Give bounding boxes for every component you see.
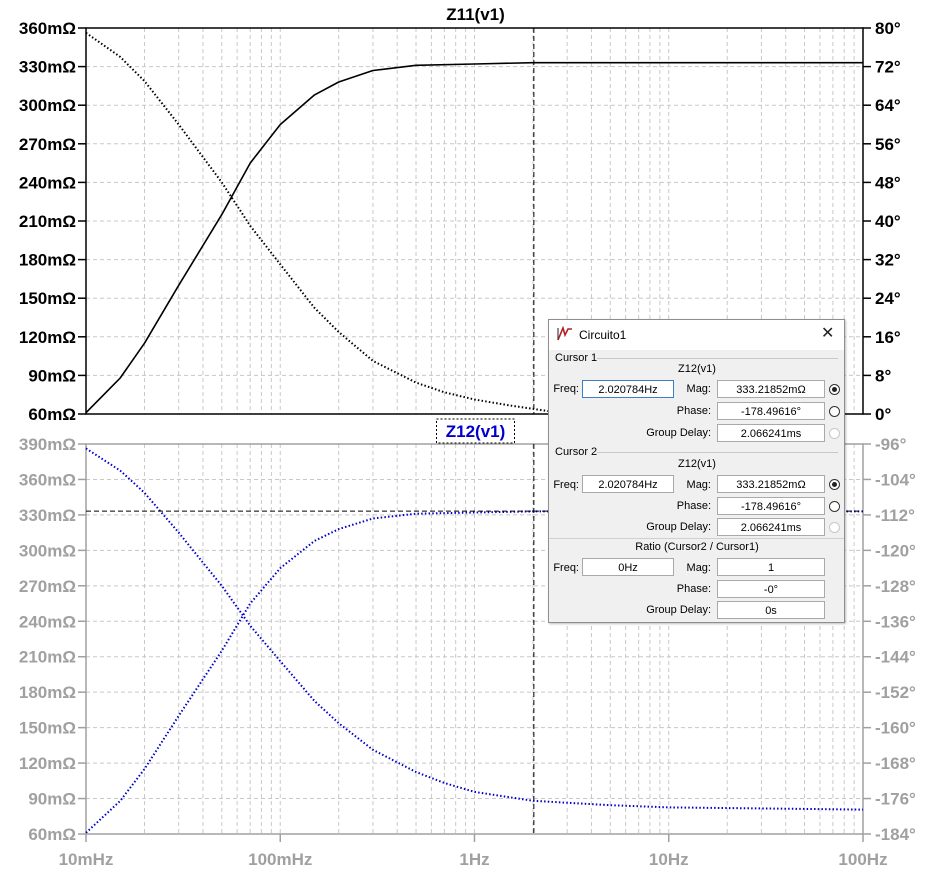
y-tick-label: 360mΩ bbox=[19, 470, 76, 489]
y2-tick-label: 40° bbox=[875, 212, 901, 231]
y-tick-label: 90mΩ bbox=[28, 366, 76, 385]
y2-tick-label: -128° bbox=[875, 577, 916, 596]
y2-tick-label: -104° bbox=[875, 470, 916, 489]
close-icon[interactable]: ✕ bbox=[821, 325, 834, 343]
ratio-header: Ratio (Cursor2 / Cursor1) bbox=[635, 541, 759, 553]
y-tick-label: 120mΩ bbox=[19, 328, 76, 347]
cursor1-phase-radio[interactable] bbox=[829, 406, 840, 417]
y2-tick-label: -96° bbox=[875, 435, 907, 454]
cursor2-freq-field[interactable]: 2.020784Hz bbox=[582, 475, 674, 493]
divider bbox=[597, 452, 838, 453]
y2-tick-label: -152° bbox=[875, 683, 916, 702]
ratio-mag-field[interactable]: 1 bbox=[717, 558, 825, 576]
ratio-freq-field[interactable]: 0Hz bbox=[582, 558, 674, 576]
cursor2-mag-radio[interactable] bbox=[829, 479, 840, 490]
y2-tick-label: -144° bbox=[875, 648, 916, 667]
divider bbox=[549, 538, 844, 539]
y2-tick-label: -136° bbox=[875, 612, 916, 631]
cursor1-mag-label: Mag: bbox=[686, 383, 711, 395]
y-tick-label: 210mΩ bbox=[19, 648, 76, 667]
cursor2-trace: Z12(v1) bbox=[678, 458, 716, 470]
cursor2-group-delay-radio[interactable] bbox=[829, 522, 840, 533]
cursor2-mag-label: Mag: bbox=[686, 479, 711, 491]
cursor2-phase-label: Phase: bbox=[676, 500, 711, 512]
y2-tick-label: 48° bbox=[875, 173, 901, 192]
y-tick-label: 120mΩ bbox=[19, 754, 76, 773]
y2-tick-label: -120° bbox=[875, 541, 916, 560]
cursor-dialog[interactable]: Circuito1 ✕ Cursor 1 Z12(v1) Freq: 2.020… bbox=[548, 319, 845, 623]
y2-tick-label: 32° bbox=[875, 251, 901, 270]
ratio-group-delay-field[interactable]: 0s bbox=[717, 601, 825, 619]
y-tick-label: 90mΩ bbox=[28, 790, 76, 809]
cursor1-group-delay-field[interactable]: 2.066241ms bbox=[717, 424, 825, 442]
y-tick-label: 330mΩ bbox=[19, 58, 76, 77]
y-tick-label: 150mΩ bbox=[19, 719, 76, 738]
y-tick-label: 300mΩ bbox=[19, 541, 76, 560]
y2-tick-label: -176° bbox=[875, 790, 916, 809]
ltspice-app-icon bbox=[557, 326, 572, 341]
ratio-phase-field[interactable]: -0° bbox=[717, 580, 825, 598]
pane-title: Z11(v1) bbox=[446, 5, 505, 24]
cursor1-phase-label: Phase: bbox=[676, 405, 711, 417]
cursor1-freq-label: Freq: bbox=[553, 383, 579, 395]
cursor1-group-delay-radio[interactable] bbox=[829, 428, 840, 439]
y2-tick-label: -168° bbox=[875, 754, 916, 773]
x-tick-label: 100Hz bbox=[838, 850, 887, 869]
ratio-freq-label: Freq: bbox=[553, 562, 579, 574]
cursor1-header: Cursor 1 bbox=[555, 352, 598, 364]
y-tick-label: 60mΩ bbox=[28, 825, 76, 844]
phase-trace bbox=[85, 31, 552, 413]
x-tick-label: 100mHz bbox=[248, 850, 312, 869]
dialog-titlebar[interactable]: Circuito1 ✕ bbox=[549, 320, 844, 350]
y-tick-label: 150mΩ bbox=[19, 289, 76, 308]
y2-tick-label: -112° bbox=[875, 506, 915, 525]
ratio-mag-label: Mag: bbox=[686, 562, 711, 574]
cursor2-phase-radio[interactable] bbox=[829, 501, 840, 512]
y2-tick-label: 72° bbox=[875, 58, 901, 77]
y2-tick-label: 0° bbox=[875, 405, 891, 424]
y-tick-label: 360mΩ bbox=[19, 19, 76, 38]
y-tick-label: 390mΩ bbox=[19, 435, 76, 454]
y2-tick-label: 64° bbox=[875, 96, 901, 115]
y2-tick-label: 16° bbox=[875, 328, 901, 347]
ratio-phase-label: Phase: bbox=[676, 583, 711, 595]
cursor2-group-delay-label: Group Delay: bbox=[646, 521, 711, 533]
y-tick-label: 240mΩ bbox=[19, 173, 76, 192]
y-tick-label: 180mΩ bbox=[19, 251, 76, 270]
cursor2-group-delay-field[interactable]: 2.066241ms bbox=[717, 518, 825, 536]
y-tick-label: 210mΩ bbox=[19, 212, 76, 231]
y-tick-label: 270mΩ bbox=[19, 577, 76, 596]
y-tick-label: 60mΩ bbox=[28, 405, 76, 424]
pane-title: Z12(v1) bbox=[446, 422, 506, 441]
y2-tick-label: 24° bbox=[875, 289, 901, 308]
y-tick-label: 180mΩ bbox=[19, 683, 76, 702]
y-tick-label: 300mΩ bbox=[19, 96, 76, 115]
y2-tick-label: 8° bbox=[875, 366, 891, 385]
cursor1-phase-field[interactable]: -178.49616° bbox=[717, 402, 825, 420]
cursor1-mag-radio[interactable] bbox=[829, 384, 840, 395]
x-axis-labels: 10mHz 100mHz 1Hz 10Hz 100Hz bbox=[59, 834, 888, 869]
y2-tick-label: 80° bbox=[875, 19, 901, 38]
y2-tick-label: -160° bbox=[875, 719, 916, 738]
cursor1-mag-field[interactable]: 333.21852mΩ bbox=[717, 380, 825, 398]
cursor1-freq-field[interactable]: 2.020784Hz bbox=[582, 380, 674, 398]
dialog-title: Circuito1 bbox=[579, 328, 627, 342]
y2-tick-label: -184° bbox=[875, 825, 916, 844]
divider bbox=[597, 358, 838, 359]
cursor2-freq-label: Freq: bbox=[553, 479, 579, 491]
cursor2-phase-field[interactable]: -178.49616° bbox=[717, 497, 825, 515]
x-tick-label: 10mHz bbox=[59, 850, 114, 869]
ratio-group-delay-label: Group Delay: bbox=[646, 604, 711, 616]
y2-tick-label: 56° bbox=[875, 135, 901, 154]
cursor2-header: Cursor 2 bbox=[555, 446, 598, 458]
x-tick-label: 1Hz bbox=[459, 850, 489, 869]
cursor2-mag-field[interactable]: 333.21852mΩ bbox=[717, 475, 825, 493]
y-tick-label: 270mΩ bbox=[19, 135, 76, 154]
y-tick-label: 240mΩ bbox=[19, 612, 76, 631]
cursor1-group-delay-label: Group Delay: bbox=[646, 427, 711, 439]
y-tick-label: 330mΩ bbox=[19, 506, 76, 525]
x-tick-label: 10Hz bbox=[649, 850, 689, 869]
cursor1-trace: Z12(v1) bbox=[678, 363, 716, 375]
